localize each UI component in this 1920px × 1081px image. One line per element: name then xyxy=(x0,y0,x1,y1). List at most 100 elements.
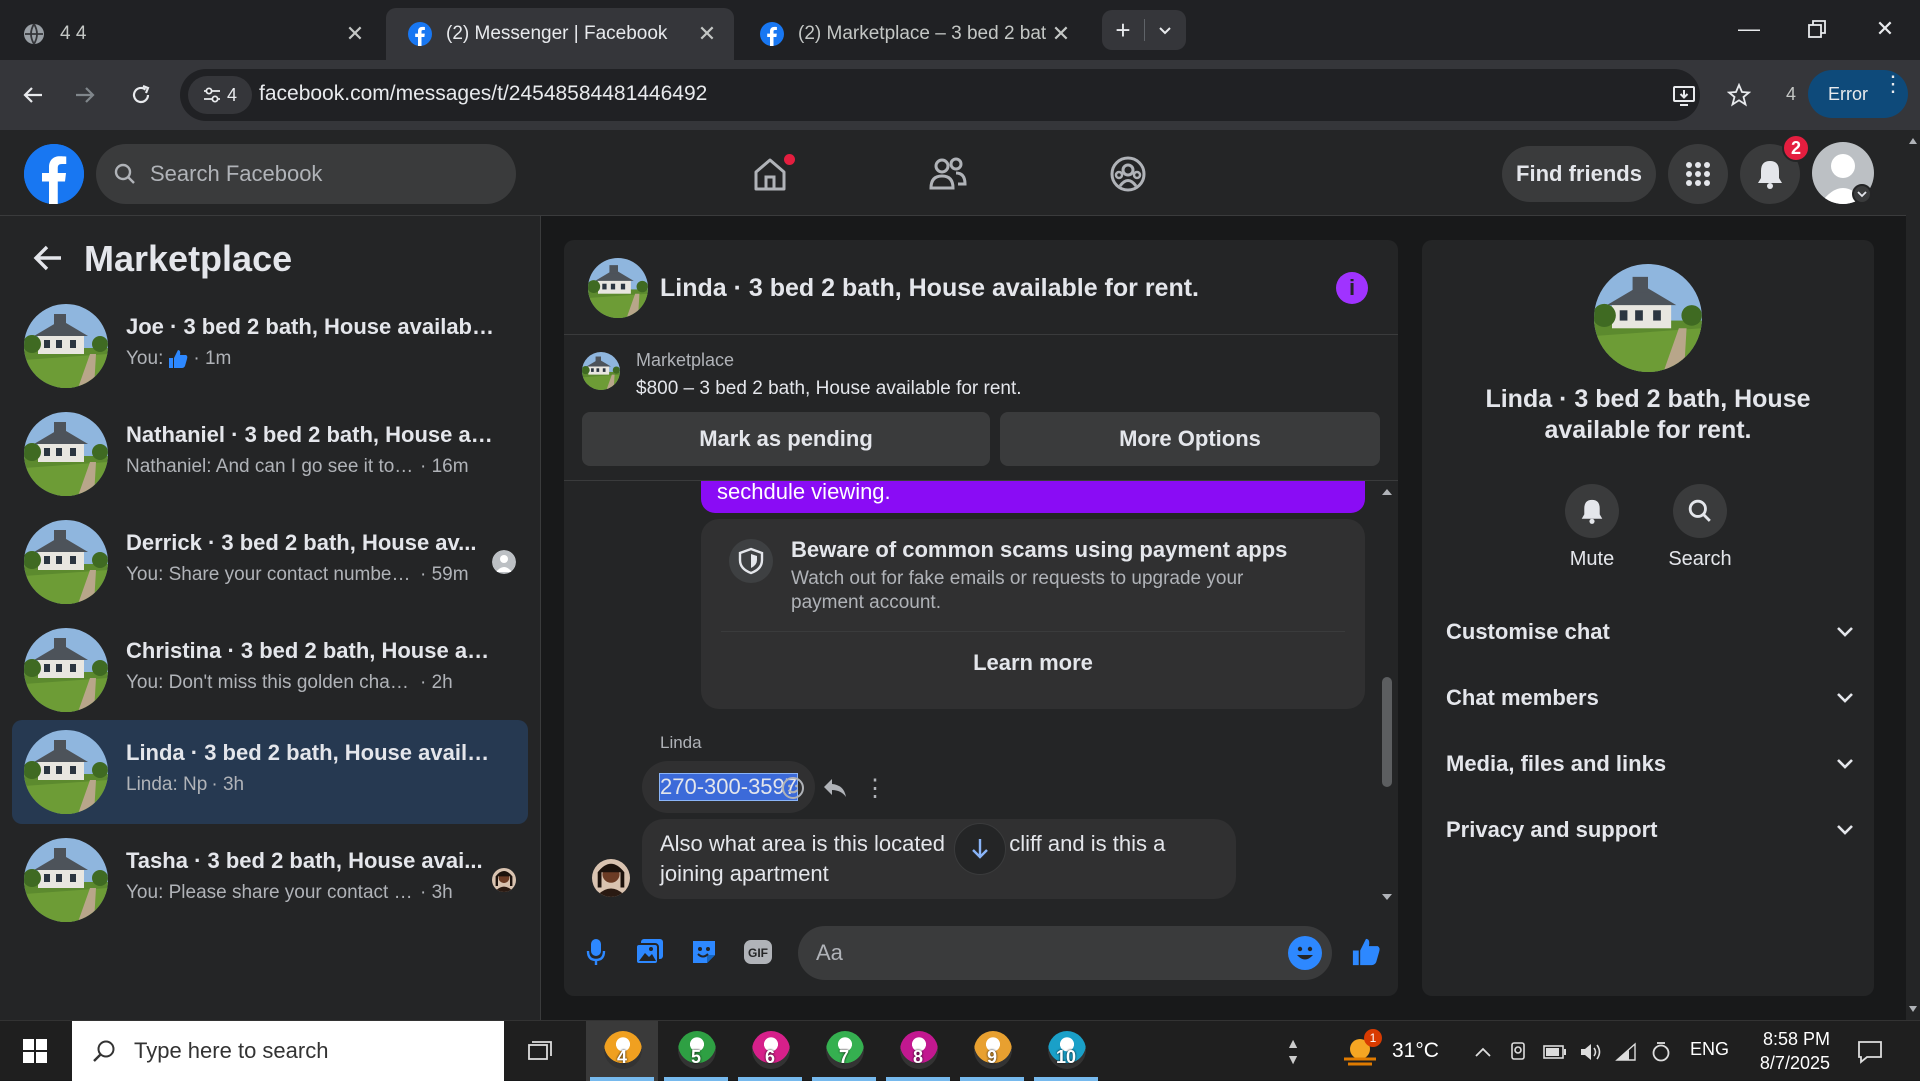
conversation-item-derrick[interactable]: Derrick · 3 bed 2 bath, House av... You:… xyxy=(12,510,528,614)
taskbar-app-4[interactable]: 4 xyxy=(586,1021,658,1081)
taskbar-clock[interactable]: 8:58 PM 8/7/2025 xyxy=(1740,1027,1830,1075)
chat-scrollbar[interactable] xyxy=(1378,481,1396,907)
media-files-links-section[interactable]: Media, files and links xyxy=(1446,742,1854,786)
browser-tab-2[interactable]: (2) Messenger | Facebook ✕ xyxy=(386,8,734,60)
conversation-preview: You: Share your contact number ... · 59m xyxy=(126,564,496,586)
sender-avatar[interactable] xyxy=(592,859,630,897)
photo-attach-icon[interactable] xyxy=(630,932,670,972)
mark-as-pending-button[interactable]: Mark as pending xyxy=(582,412,990,466)
windows-start-icon[interactable] xyxy=(0,1021,70,1081)
task-view-icon[interactable] xyxy=(518,1021,562,1081)
account-chevron-icon[interactable] xyxy=(1852,184,1872,204)
outgoing-message[interactable]: sechdule viewing. xyxy=(701,481,1365,513)
site-info-button[interactable]: 4 xyxy=(188,76,252,114)
conversation-item-linda[interactable]: Linda · 3 bed 2 bath, House availa... Li… xyxy=(12,720,528,824)
learn-more-button[interactable]: Learn more xyxy=(721,631,1345,693)
privacy-support-section[interactable]: Privacy and support xyxy=(1446,808,1854,852)
page-scrollbar[interactable] xyxy=(1906,130,1920,1020)
groups-icon[interactable] xyxy=(1098,144,1158,204)
like-thumbs-up-icon[interactable] xyxy=(1346,932,1386,972)
find-friends-button[interactable]: Find friends xyxy=(1502,146,1656,202)
browser-tab-1[interactable]: 4 4 ✕ xyxy=(0,8,382,60)
sticker-icon[interactable] xyxy=(684,932,724,972)
microphone-icon[interactable] xyxy=(576,932,616,972)
customise-chat-section[interactable]: Customise chat xyxy=(1446,610,1854,654)
preview-time: · 1m xyxy=(193,348,232,369)
listing-banner[interactable]: Marketplace $800 – 3 bed 2 bath, House a… xyxy=(564,336,1398,408)
close-tab-icon[interactable]: ✕ xyxy=(340,19,370,49)
phone-number-text[interactable]: 270-300-3597 xyxy=(658,773,799,801)
taskbar-app-number: 6 xyxy=(764,1047,775,1067)
taskbar-search[interactable]: Type here to search xyxy=(72,1021,504,1081)
incoming-message[interactable]: Also what area is this located cliff and… xyxy=(642,819,1236,899)
friends-icon[interactable] xyxy=(918,144,978,204)
conversation-name: Joe · 3 bed 2 bath, House available... xyxy=(126,314,496,339)
url-text[interactable]: facebook.com/messages/t/2454858448144649… xyxy=(259,82,707,106)
facebook-search[interactable]: Search Facebook xyxy=(96,144,516,204)
emoji-icon[interactable] xyxy=(1288,936,1322,970)
react-emoji-icon[interactable] xyxy=(778,773,808,803)
chat-scrollbar-thumb[interactable] xyxy=(1382,677,1392,787)
taskbar-app-5[interactable]: 5 xyxy=(660,1021,732,1081)
taskbar-app-7[interactable]: 7 xyxy=(808,1021,880,1081)
error-chip[interactable]: Error ⋮ xyxy=(1808,70,1908,118)
taskbar-app-8[interactable]: 8 xyxy=(882,1021,954,1081)
gif-icon[interactable]: GIF xyxy=(738,932,778,972)
conversation-item-christina[interactable]: Christina · 3 bed 2 bath, House ava... Y… xyxy=(12,618,528,722)
conversation-info-panel: Linda · 3 bed 2 bath, House available fo… xyxy=(1422,240,1874,996)
close-tab-icon[interactable]: ✕ xyxy=(692,19,722,49)
address-bar[interactable]: 4 facebook.com/messages/t/24548584481446… xyxy=(180,69,1700,121)
menu-grid-icon[interactable] xyxy=(1668,144,1728,204)
volume-icon[interactable] xyxy=(1578,1039,1604,1065)
back-arrow-icon[interactable] xyxy=(28,238,68,278)
install-app-icon[interactable] xyxy=(1670,81,1700,111)
weather-widget[interactable]: 1 31°C xyxy=(1342,1027,1439,1075)
scam-warning-card: Beware of common scams using payment app… xyxy=(701,519,1365,709)
notification-center-icon[interactable] xyxy=(1852,1035,1888,1069)
reply-icon[interactable] xyxy=(820,773,850,803)
mute-button[interactable]: Mute xyxy=(1542,484,1642,571)
taskbar-app-9[interactable]: 9 xyxy=(956,1021,1028,1081)
chat-members-section[interactable]: Chat members xyxy=(1446,676,1854,720)
facebook-logo[interactable] xyxy=(24,144,84,204)
chat-title[interactable]: Linda · 3 bed 2 bath, House available fo… xyxy=(660,274,1199,303)
message-input[interactable]: Aa xyxy=(798,926,1332,980)
forward-icon[interactable] xyxy=(64,74,106,116)
sync-icon[interactable] xyxy=(1648,1039,1674,1065)
minimize-icon[interactable]: — xyxy=(1714,0,1784,58)
info-icon[interactable]: i xyxy=(1336,272,1368,304)
conversation-item-joe[interactable]: Joe · 3 bed 2 bath, House available... Y… xyxy=(12,294,528,398)
search-in-conversation-button[interactable]: Search xyxy=(1650,484,1750,571)
show-hidden-icons-chevron-icon[interactable] xyxy=(1470,1039,1496,1065)
close-tab-icon[interactable]: ✕ xyxy=(1046,19,1076,49)
wifi-icon[interactable] xyxy=(1614,1039,1640,1065)
taskbar-app-10[interactable]: 10 xyxy=(1030,1021,1102,1081)
tab-title: (2) Marketplace – 3 bed 2 bath, xyxy=(798,23,1046,44)
meet-now-icon[interactable] xyxy=(1506,1039,1532,1065)
browser-tab-3[interactable]: (2) Marketplace – 3 bed 2 bath, ✕ xyxy=(738,8,1088,60)
chevron-down-icon xyxy=(1836,626,1854,638)
menu-dots-icon[interactable]: ⋮ xyxy=(1882,73,1904,95)
conversation-avatar[interactable] xyxy=(1594,264,1702,372)
taskbar-app-6[interactable]: 6 xyxy=(734,1021,806,1081)
new-tab-icon[interactable]: + xyxy=(1102,10,1144,50)
conversation-item-nathaniel[interactable]: Nathaniel · 3 bed 2 bath, House av... Na… xyxy=(12,402,528,506)
section-label: Privacy and support xyxy=(1446,817,1658,842)
more-options-button[interactable]: More Options xyxy=(1000,412,1380,466)
preview-time: · 3h xyxy=(420,882,453,903)
home-icon[interactable] xyxy=(740,144,800,204)
more-actions-icon[interactable]: ⋮ xyxy=(860,773,890,803)
language-indicator[interactable]: ENG xyxy=(1690,1039,1729,1060)
tray-scroll-icon[interactable]: ▲ ▼ xyxy=(1282,1021,1304,1081)
conversation-item-tasha[interactable]: Tasha · 3 bed 2 bath, House avai... You:… xyxy=(12,828,528,932)
scam-warning-body: Watch out for fake emails or requests to… xyxy=(791,568,1244,613)
bookmark-star-icon[interactable] xyxy=(1724,80,1754,110)
back-icon[interactable] xyxy=(12,74,54,116)
reload-icon[interactable] xyxy=(120,74,162,116)
chat-avatar[interactable] xyxy=(588,258,648,318)
tab-search-icon[interactable] xyxy=(1145,10,1185,50)
close-window-icon[interactable]: ✕ xyxy=(1850,0,1920,58)
battery-icon[interactable] xyxy=(1542,1039,1568,1065)
restore-icon[interactable] xyxy=(1782,0,1852,58)
scroll-to-bottom-arrow-icon[interactable] xyxy=(954,823,1006,875)
